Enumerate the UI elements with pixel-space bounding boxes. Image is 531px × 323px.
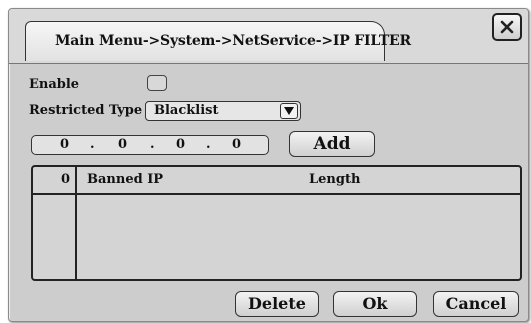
cancel-button[interactable]: Cancel xyxy=(433,291,519,317)
row-count: 0 xyxy=(61,172,71,187)
title-bar: Main Menu->System->NetService->IP FILTER xyxy=(9,9,528,64)
restricted-type-label: Restricted Type xyxy=(29,103,143,118)
ip-dot-3: . xyxy=(206,137,211,152)
triangle-down-icon xyxy=(284,107,294,115)
dialog-title: Main Menu->System->NetService->IP FILTER xyxy=(55,33,411,49)
table-header: 0 Banned IP Length xyxy=(33,167,520,195)
ip-dot-1: . xyxy=(90,137,95,152)
delete-button[interactable]: Delete xyxy=(235,291,319,317)
ip-filter-dialog: Main Menu->System->NetService->IP FILTER… xyxy=(8,8,529,322)
ip-address-input[interactable]: 0 . 0 . 0 . 0 xyxy=(31,135,269,155)
column-divider xyxy=(75,167,77,279)
ip-octet-1[interactable]: 0 xyxy=(60,137,69,152)
restricted-type-value: Blacklist xyxy=(154,103,219,118)
col-banned-ip-header: Banned IP xyxy=(87,172,164,187)
restricted-type-select[interactable]: Blacklist xyxy=(145,101,301,121)
dialog-content: Enable Restricted Type Blacklist 0 . 0 .… xyxy=(9,63,528,321)
ip-octet-3[interactable]: 0 xyxy=(176,137,185,152)
close-button[interactable] xyxy=(492,13,522,41)
ip-octet-2[interactable]: 0 xyxy=(118,137,127,152)
ok-button[interactable]: Ok xyxy=(333,291,417,317)
close-icon xyxy=(500,20,514,34)
col-length-header: Length xyxy=(309,172,361,187)
ip-dot-2: . xyxy=(150,137,155,152)
banned-ip-table: 0 Banned IP Length xyxy=(31,165,522,281)
add-button[interactable]: Add xyxy=(289,131,375,157)
enable-label: Enable xyxy=(29,77,80,92)
ip-octet-4[interactable]: 0 xyxy=(232,137,241,152)
dropdown-arrow-button[interactable] xyxy=(280,103,298,119)
enable-checkbox[interactable] xyxy=(147,75,167,91)
